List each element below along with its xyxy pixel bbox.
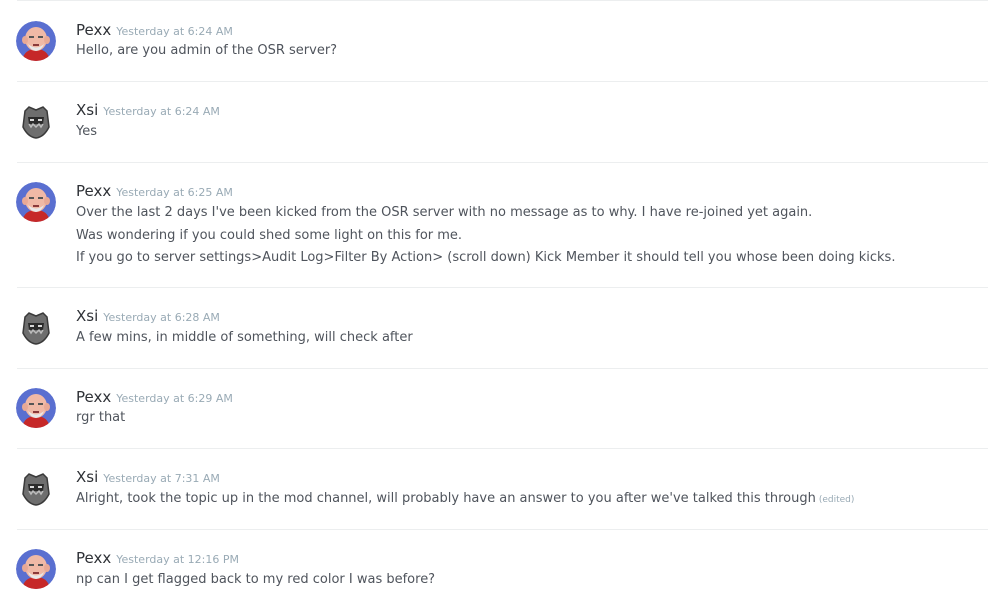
message-text: Was wondering if you could shed some lig… (76, 227, 463, 243)
message-divider (17, 0, 988, 1)
message-timestamp: Yesterday at 6:24 AM (116, 25, 233, 38)
bald-old-man-avatar-icon (16, 21, 56, 61)
message-text: Alright, took the topic up in the mod ch… (76, 488, 854, 511)
message-divider (17, 81, 988, 82)
message-divider (17, 368, 988, 369)
gray-helmet-avatar-icon (16, 307, 56, 347)
message-timestamp: Yesterday at 12:16 PM (116, 553, 240, 566)
xsi-avatar[interactable] (16, 468, 56, 508)
bald-old-man-avatar-icon (16, 182, 56, 222)
message-divider (17, 448, 988, 449)
message-text: np can I get flagged back to my red colo… (76, 572, 436, 587)
message-author[interactable]: Pexx (76, 549, 111, 567)
message-author[interactable]: Pexx (76, 388, 111, 406)
message-text: A few mins, in middle of something, will… (76, 330, 413, 345)
gray-helmet-avatar-icon (16, 468, 56, 508)
pexx-avatar[interactable] (16, 549, 56, 589)
message-divider (17, 287, 988, 288)
message-timestamp: Yesterday at 6:29 AM (116, 392, 233, 405)
message-text: If you go to server settings>Audit Log>F… (76, 250, 896, 265)
chat-message-list: Pexx Yesterday at 6:24 AM Hello, are you … (0, 0, 988, 615)
bald-old-man-avatar-icon (16, 388, 56, 428)
message-text: Yes (76, 124, 97, 139)
pexx-avatar[interactable] (16, 21, 56, 61)
message-divider (17, 162, 988, 163)
xsi-avatar[interactable] (16, 101, 56, 141)
message-text-content: Alright, took the topic up in the mod ch… (76, 491, 816, 506)
message-timestamp: Yesterday at 6:24 AM (103, 105, 220, 118)
pexx-avatar[interactable] (16, 388, 56, 428)
message-author[interactable]: Xsi (76, 307, 98, 325)
message-divider (17, 529, 988, 530)
message-author[interactable]: Xsi (76, 101, 98, 119)
message-timestamp: Yesterday at 7:31 AM (103, 472, 220, 485)
edited-label: (edited) (818, 495, 855, 505)
gray-helmet-avatar-icon (16, 101, 56, 141)
message-text: Over the last 2 days I've been kicked fr… (76, 205, 813, 220)
message-author[interactable]: Pexx (76, 21, 111, 39)
message-author[interactable]: Pexx (76, 182, 111, 200)
message-timestamp: Yesterday at 6:25 AM (116, 186, 233, 199)
message-text: rgr that (76, 410, 126, 425)
message-timestamp: Yesterday at 6:28 AM (103, 311, 220, 324)
message-text: Hello, are you admin of the OSR server? (76, 43, 338, 58)
pexx-avatar[interactable] (16, 182, 56, 222)
message-author[interactable]: Xsi (76, 468, 98, 486)
bald-old-man-avatar-icon (16, 549, 56, 589)
xsi-avatar[interactable] (16, 307, 56, 347)
